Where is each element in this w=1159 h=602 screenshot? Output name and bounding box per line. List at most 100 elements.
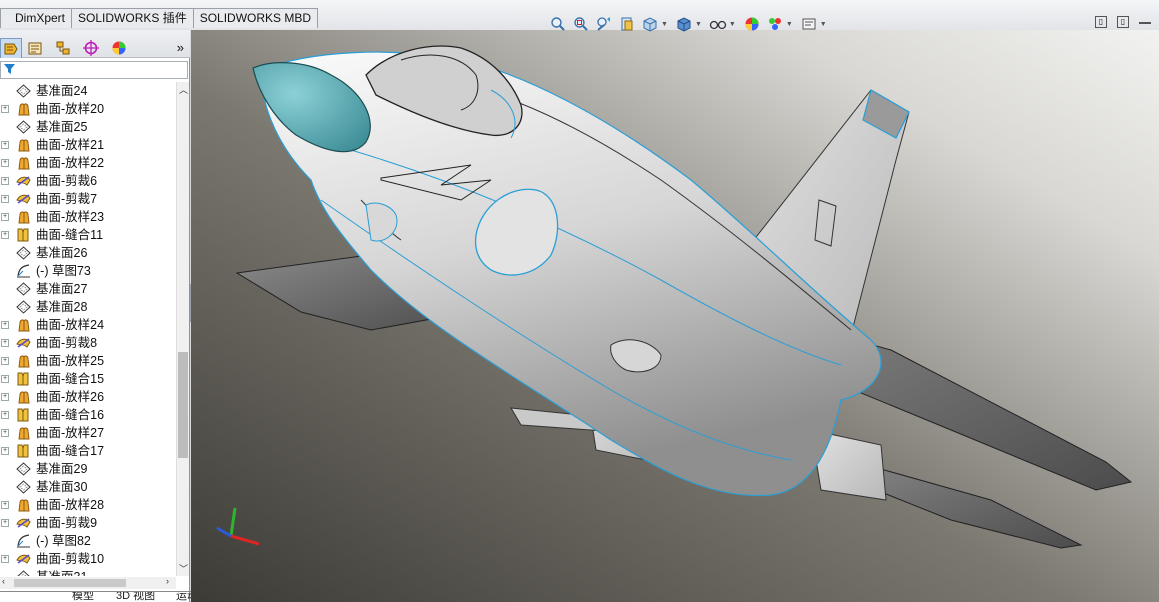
tree-item[interactable]: 基准面28 [0, 298, 176, 316]
loft-surface-icon [15, 137, 32, 153]
tree-item[interactable]: + 曲面-缝合17 [0, 442, 176, 460]
tree-item[interactable]: + 曲面-放样25 [0, 352, 176, 370]
tree-item[interactable]: 基准面27 [0, 280, 176, 298]
edit-appearance-icon[interactable] [742, 14, 762, 34]
tree-item[interactable]: (-) 草图82 [0, 532, 176, 550]
expand-icon[interactable]: + [1, 321, 9, 329]
tab-dimxpert[interactable]: DimXpert [0, 8, 73, 28]
tree-item[interactable]: + 曲面-放样26 [0, 388, 176, 406]
tree-item[interactable]: 基准面26 [0, 244, 176, 262]
chevron-down-icon[interactable]: ▼ [786, 21, 793, 28]
double-chevron-right-icon[interactable]: » [177, 40, 184, 55]
knit-surface-icon [15, 227, 32, 243]
tree-item[interactable]: + 曲面-缝合11 [0, 226, 176, 244]
tree-item[interactable]: 基准面31 [0, 568, 176, 576]
chevron-down-icon[interactable]: ▼ [695, 21, 702, 28]
tile-window-icon[interactable]: ▯ [1095, 16, 1107, 28]
tree-item[interactable]: + 曲面-放样23 [0, 208, 176, 226]
tree-item[interactable]: 基准面29 [0, 460, 176, 478]
expand-icon[interactable]: + [1, 141, 9, 149]
expand-icon[interactable]: + [1, 447, 9, 455]
loft-surface-icon [15, 101, 32, 117]
apply-scene-icon[interactable] [765, 14, 785, 34]
section-view-icon[interactable] [617, 14, 637, 34]
expand-icon[interactable]: + [1, 429, 9, 437]
tree-horizontal-scrollbar[interactable]: ‹ › [0, 576, 176, 589]
tree-item[interactable]: + 曲面-放样21 [0, 136, 176, 154]
plane-icon [15, 245, 32, 261]
display-manager-tab-icon[interactable] [108, 38, 130, 58]
tree-item[interactable]: + 曲面-剪裁6 [0, 172, 176, 190]
tab-model[interactable]: 模型 [72, 592, 94, 602]
scroll-right-arrow-icon[interactable]: › [166, 576, 169, 586]
tree-item[interactable]: + 曲面-放样27 [0, 424, 176, 442]
tree-vertical-scrollbar[interactable]: ︿ ﹀ [176, 82, 189, 576]
zoom-to-fit-icon[interactable] [548, 14, 568, 34]
property-manager-tab-icon[interactable] [24, 38, 46, 58]
tree-item[interactable]: + 曲面-放样22 [0, 154, 176, 172]
expand-icon[interactable]: + [1, 195, 9, 203]
tree-item[interactable]: + 曲面-剪裁10 [0, 550, 176, 568]
expand-icon[interactable]: + [1, 159, 9, 167]
tree-item[interactable]: + 曲面-放样20 [0, 100, 176, 118]
tree-item[interactable]: 基准面25 [0, 118, 176, 136]
loft-surface-icon [15, 209, 32, 225]
tree-item[interactable]: + 曲面-放样24 [0, 316, 176, 334]
expand-icon[interactable]: + [1, 375, 9, 383]
tree-item-label: 曲面-剪裁6 [36, 174, 98, 188]
knit-surface-icon [15, 407, 32, 423]
minimize-window-icon[interactable] [1139, 16, 1151, 24]
tree-item[interactable]: (-) 草图73 [0, 262, 176, 280]
tree-item[interactable]: 基准面30 [0, 478, 176, 496]
dimxpert-manager-tab-icon[interactable] [80, 38, 102, 58]
expand-icon[interactable]: + [1, 357, 9, 365]
plane-icon [15, 569, 32, 576]
previous-view-icon[interactable] [594, 14, 614, 34]
graphics-area[interactable] [191, 30, 1159, 602]
tree-item-label: 基准面28 [36, 300, 88, 314]
expand-icon[interactable]: + [1, 519, 9, 527]
tree-item[interactable]: + 曲面-剪裁8 [0, 334, 176, 352]
view-settings-icon[interactable] [799, 14, 819, 34]
feature-manager-tab-icon[interactable] [0, 38, 22, 58]
tab-solidworks-mbd[interactable]: SOLIDWORKS MBD [192, 8, 319, 28]
expand-icon[interactable]: + [1, 177, 9, 185]
tree-filter-input[interactable] [0, 61, 188, 79]
tree-item-label: 基准面26 [36, 246, 88, 260]
expand-icon[interactable]: + [1, 555, 9, 563]
scroll-up-arrow-icon[interactable]: ︿ [179, 83, 188, 96]
tab-3d-views[interactable]: 3D 视图 [116, 592, 155, 602]
expand-icon[interactable]: + [1, 339, 9, 347]
tree-item[interactable]: + 曲面-放样28 [0, 496, 176, 514]
tree-item[interactable]: 基准面24 [0, 82, 176, 100]
expand-icon[interactable]: + [1, 105, 9, 113]
chevron-down-icon[interactable]: ▼ [661, 21, 668, 28]
display-style-icon[interactable] [674, 14, 694, 34]
chevron-down-icon[interactable]: ▼ [729, 21, 736, 28]
expand-icon[interactable]: + [1, 393, 9, 401]
tab-solidworks-addins[interactable]: SOLIDWORKS 插件 [71, 8, 194, 28]
scrollbar-thumb[interactable] [14, 579, 126, 587]
tree-item[interactable]: + 曲面-缝合16 [0, 406, 176, 424]
tree-item-label: 曲面-放样20 [36, 102, 105, 116]
view-orientation-icon[interactable] [640, 14, 660, 34]
scroll-left-arrow-icon[interactable]: ‹ [2, 576, 5, 586]
hide-show-icon[interactable] [708, 14, 728, 34]
expand-icon[interactable]: + [1, 213, 9, 221]
expand-icon[interactable]: + [1, 411, 9, 419]
tree-item[interactable]: + 曲面-剪裁7 [0, 190, 176, 208]
tree-item[interactable]: + 曲面-缝合15 [0, 370, 176, 388]
tree-item-label: 曲面-缝合16 [36, 408, 105, 422]
plane-icon [15, 83, 32, 99]
zoom-area-icon[interactable] [571, 14, 591, 34]
expand-icon[interactable]: + [1, 231, 9, 239]
tree-item[interactable]: + 曲面-剪裁9 [0, 514, 176, 532]
chevron-down-icon[interactable]: ▼ [820, 21, 827, 28]
configuration-manager-tab-icon[interactable] [52, 38, 74, 58]
expand-icon[interactable]: + [1, 501, 9, 509]
tree-item-label: 基准面29 [36, 462, 88, 476]
scrollbar-thumb[interactable] [178, 352, 188, 458]
restore-window-icon[interactable]: ▯ [1117, 16, 1129, 28]
plane-icon [15, 299, 32, 315]
scroll-down-arrow-icon[interactable]: ﹀ [179, 562, 188, 575]
